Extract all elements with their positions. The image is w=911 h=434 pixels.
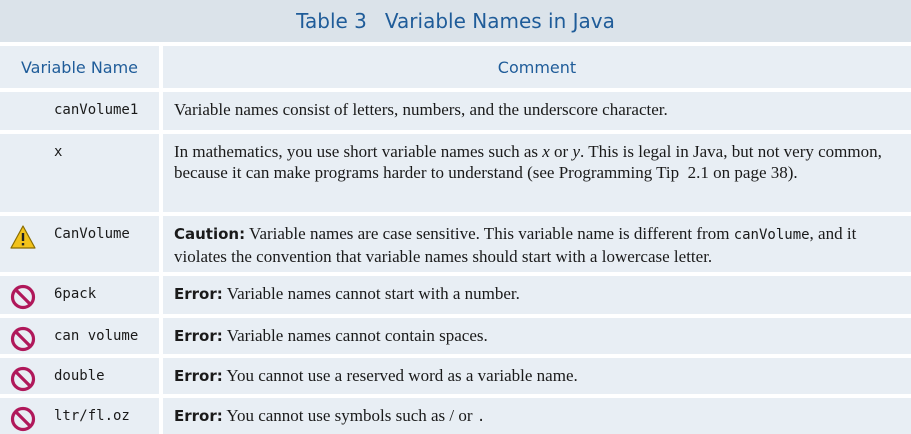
table-row: x In mathematics, you use short variable…: [0, 134, 911, 212]
comment-cell: In mathematics, you use short variable n…: [163, 134, 911, 212]
error-label: Error:: [174, 327, 223, 345]
column-header-comment: Comment: [163, 46, 911, 88]
variable-name: double: [54, 368, 105, 384]
comment-cell: Error: You cannot use a reserved word as…: [163, 358, 911, 394]
table-title-text: Variable Names in Java: [384, 9, 615, 33]
table-row: 6pack Error: Variable names cannot start…: [0, 276, 911, 314]
variable-name: ltr/fl.oz: [54, 408, 130, 424]
error-label: Error:: [174, 285, 223, 303]
variable-name-cell: canVolume1: [0, 92, 159, 130]
error-label: Error:: [174, 367, 223, 385]
variable-name: x: [54, 144, 63, 160]
error-label: Error:: [174, 407, 223, 425]
comment-cell: Error: Variable names cannot contain spa…: [163, 318, 911, 354]
comment-text: Error: Variable names cannot contain spa…: [174, 326, 488, 345]
comment-text: In mathematics, you use short variable n…: [174, 142, 882, 182]
prohibited-icon: [10, 406, 36, 432]
table-row: double Error: You cannot use a reserved …: [0, 358, 911, 394]
variable-name: canVolume1: [54, 102, 139, 118]
table-header-row: Variable Name Comment: [0, 46, 911, 88]
comment-text: Error: You cannot use a reserved word as…: [174, 366, 578, 385]
prohibited-icon: [10, 284, 36, 310]
variable-name: can volume: [54, 328, 139, 344]
table-row: ltr/fl.oz Error: You cannot use symbols …: [0, 398, 911, 434]
variable-name-cell: can volume: [0, 318, 159, 354]
variable-name-cell: CanVolume: [0, 216, 159, 272]
variable-name-cell: ltr/fl.oz: [0, 398, 159, 434]
table-row: can volume Error: Variable names cannot …: [0, 318, 911, 354]
comment-text: Caution: Variable names are case sensiti…: [174, 224, 857, 266]
comment-cell: Variable names consist of letters, numbe…: [163, 92, 911, 130]
table-number: Table 3: [296, 9, 367, 33]
inline-code: canVolume: [733, 227, 810, 243]
comment-text: Error: You cannot use symbols such as / …: [174, 406, 486, 425]
comment-text: Error: Variable names cannot start with …: [174, 284, 520, 303]
variable-name-cell: x: [0, 134, 159, 212]
table-title: Table 3 Variable Names in Java: [0, 0, 911, 42]
comment-text: Variable names consist of letters, numbe…: [174, 100, 668, 119]
variable-name: CanVolume: [54, 226, 130, 242]
comment-cell: Error: Variable names cannot start with …: [163, 276, 911, 314]
column-header-variable-name: Variable Name: [0, 46, 159, 88]
comment-cell: Caution: Variable names are case sensiti…: [163, 216, 911, 272]
table-row: canVolume1 Variable names consist of let…: [0, 92, 911, 130]
inline-code: .: [476, 409, 486, 425]
warning-icon: [10, 225, 36, 249]
prohibited-icon: [10, 326, 36, 352]
variable-name-cell: double: [0, 358, 159, 394]
prohibited-icon: [10, 366, 36, 392]
variable-name: 6pack: [54, 286, 97, 302]
caution-label: Caution:: [174, 225, 246, 243]
comment-cell: Error: You cannot use symbols such as / …: [163, 398, 911, 434]
table-row: CanVolume Caution: Variable names are ca…: [0, 216, 911, 272]
variable-name-cell: 6pack: [0, 276, 159, 314]
variable-names-table: Table 3 Variable Names in Java Variable …: [0, 0, 911, 434]
